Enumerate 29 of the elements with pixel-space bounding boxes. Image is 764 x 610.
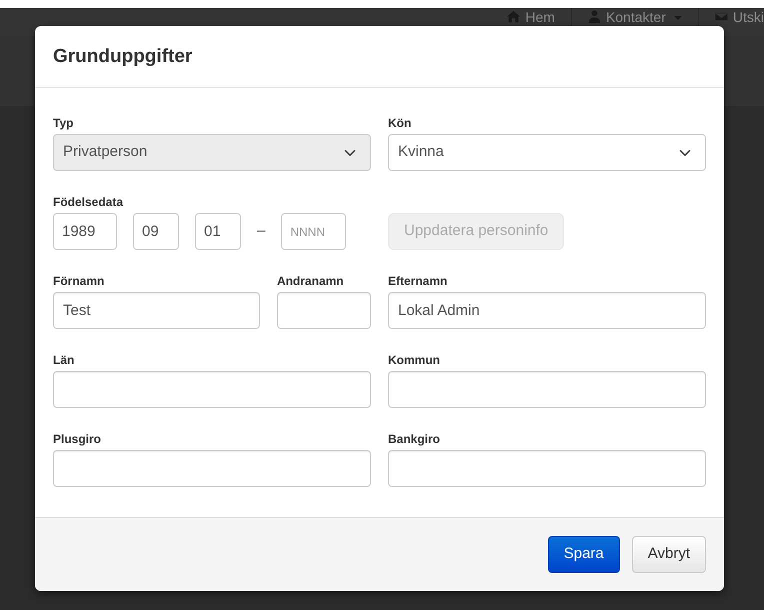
date-input[interactable]: 09 xyxy=(133,213,179,250)
input-field[interactable] xyxy=(53,450,371,487)
input-field[interactable] xyxy=(388,371,706,408)
field-label: Förnamn xyxy=(53,273,106,290)
nav-link[interactable]: Hem xyxy=(491,8,571,26)
field-label: Plusgiro xyxy=(53,431,102,448)
input-field[interactable]: Lokal Admin xyxy=(388,292,706,329)
field-label: Kön xyxy=(388,115,412,132)
select-field[interactable]: Kvinna xyxy=(388,134,706,171)
input-field[interactable] xyxy=(276,292,371,329)
field-label: Län xyxy=(53,352,76,369)
field-label: Bankgiro xyxy=(388,431,442,448)
input-field[interactable]: Test xyxy=(53,292,260,329)
cancel-button[interactable]: Avbryt xyxy=(632,536,706,573)
date-separator: – xyxy=(257,221,266,242)
field-label: Födelsedata xyxy=(53,194,124,211)
input-field[interactable] xyxy=(388,450,706,487)
home-icon xyxy=(507,10,520,23)
field-label: Kommun xyxy=(388,352,441,369)
save-button[interactable]: Spara xyxy=(548,536,620,573)
field-label: Andranamn xyxy=(276,273,345,290)
date-input[interactable]: 1989 xyxy=(53,213,117,250)
date-input[interactable]: 01 xyxy=(195,213,241,250)
field-label: Typ xyxy=(53,115,74,132)
field-label: Efternamn xyxy=(388,273,448,290)
input-field[interactable] xyxy=(53,371,371,408)
modal-title: Grunduppgifter xyxy=(53,45,194,69)
person-icon xyxy=(588,10,601,23)
date-input[interactable]: NNNN xyxy=(281,213,346,250)
